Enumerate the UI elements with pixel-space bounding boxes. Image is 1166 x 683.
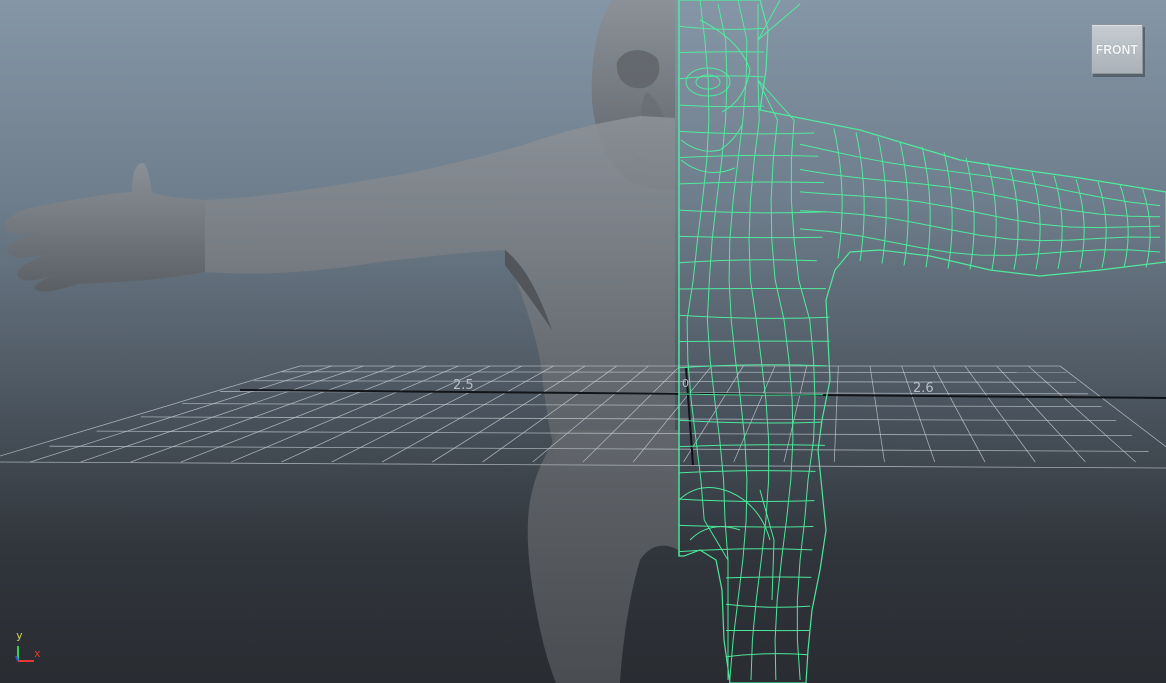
- wireframe-body-loop: [678, 548, 813, 553]
- axis-gizmo: y x: [12, 630, 52, 664]
- mesh-pelvis-leg: [527, 430, 678, 683]
- wireframe-body-loop: [678, 444, 825, 448]
- view-cube-label: FRONT: [1095, 41, 1139, 57]
- mesh-torso-arm: [205, 116, 675, 470]
- wireframe-arm-flow: [799, 169, 1161, 218]
- mesh-hand: [5, 162, 205, 292]
- wireframe-body-flow: [748, 4, 770, 681]
- wireframe-body-loop: [678, 419, 823, 424]
- wireframe-body-loop: [678, 75, 765, 80]
- wireframe-arm-loop: [1119, 184, 1129, 268]
- wireframe-arm-loop: [899, 141, 909, 266]
- axis-y-label: y: [16, 629, 23, 642]
- wireframe-body-flow: [757, 0, 794, 681]
- wireframe-mouth-loop: [680, 124, 743, 152]
- front-viewport[interactable]: 2.5 0 2.6 FRONT y x: [0, 0, 1166, 683]
- wireframe-body-loop: [725, 653, 809, 658]
- grid-line: [1059, 365, 1166, 448]
- wireframe-arm-loop: [1031, 171, 1041, 270]
- wireframe-body-loop: [678, 314, 830, 319]
- wireframe-body-loop: [678, 154, 819, 159]
- grid-line: [1028, 365, 1137, 463]
- wireframe-arm-loop: [1097, 181, 1107, 268]
- grid-line: [996, 365, 1086, 463]
- view-cube[interactable]: FRONT: [1091, 24, 1143, 74]
- wireframe-jaw-loop: [680, 159, 736, 173]
- wireframe-body-loop: [678, 235, 823, 239]
- scene-canvas[interactable]: 2.5 0 2.6: [0, 0, 1166, 683]
- grid-line: [869, 365, 885, 463]
- grid-line: [932, 365, 986, 463]
- grid-label-right: 2.6: [913, 381, 934, 396]
- wireframe-body-flow: [706, 3, 729, 680]
- grid-label-center: 0: [682, 377, 689, 390]
- wireframe-arm-loop: [877, 136, 887, 264]
- grid-line: [281, 371, 1067, 373]
- wireframe-body-loop: [678, 51, 765, 54]
- shaded-mesh-half[interactable]: [5, 0, 678, 683]
- wireframe-body-loop: [678, 130, 815, 135]
- wireframe-body-loop: [678, 25, 765, 30]
- grid-line: [783, 365, 808, 463]
- axis-x-label: x: [34, 647, 41, 660]
- wireframe-arm-loop: [1141, 186, 1151, 268]
- grid-label-left: 2.5: [453, 378, 474, 393]
- wireframe-arm-loop: [833, 128, 843, 259]
- wireframe-body-loop: [678, 181, 824, 185]
- wireframe-arm-loop: [943, 152, 953, 269]
- wireframe-arm-loop: [855, 132, 865, 262]
- wireframe-mesh-half[interactable]: [678, 0, 1166, 683]
- wireframe-body-flow: [686, 0, 729, 680]
- wireframe-arm-loop: [1009, 167, 1019, 270]
- grid-line: [964, 365, 1036, 463]
- grid-line: [833, 365, 839, 463]
- wireframe-body-loop: [678, 104, 765, 108]
- wireframe-arm-flow: [799, 143, 1161, 207]
